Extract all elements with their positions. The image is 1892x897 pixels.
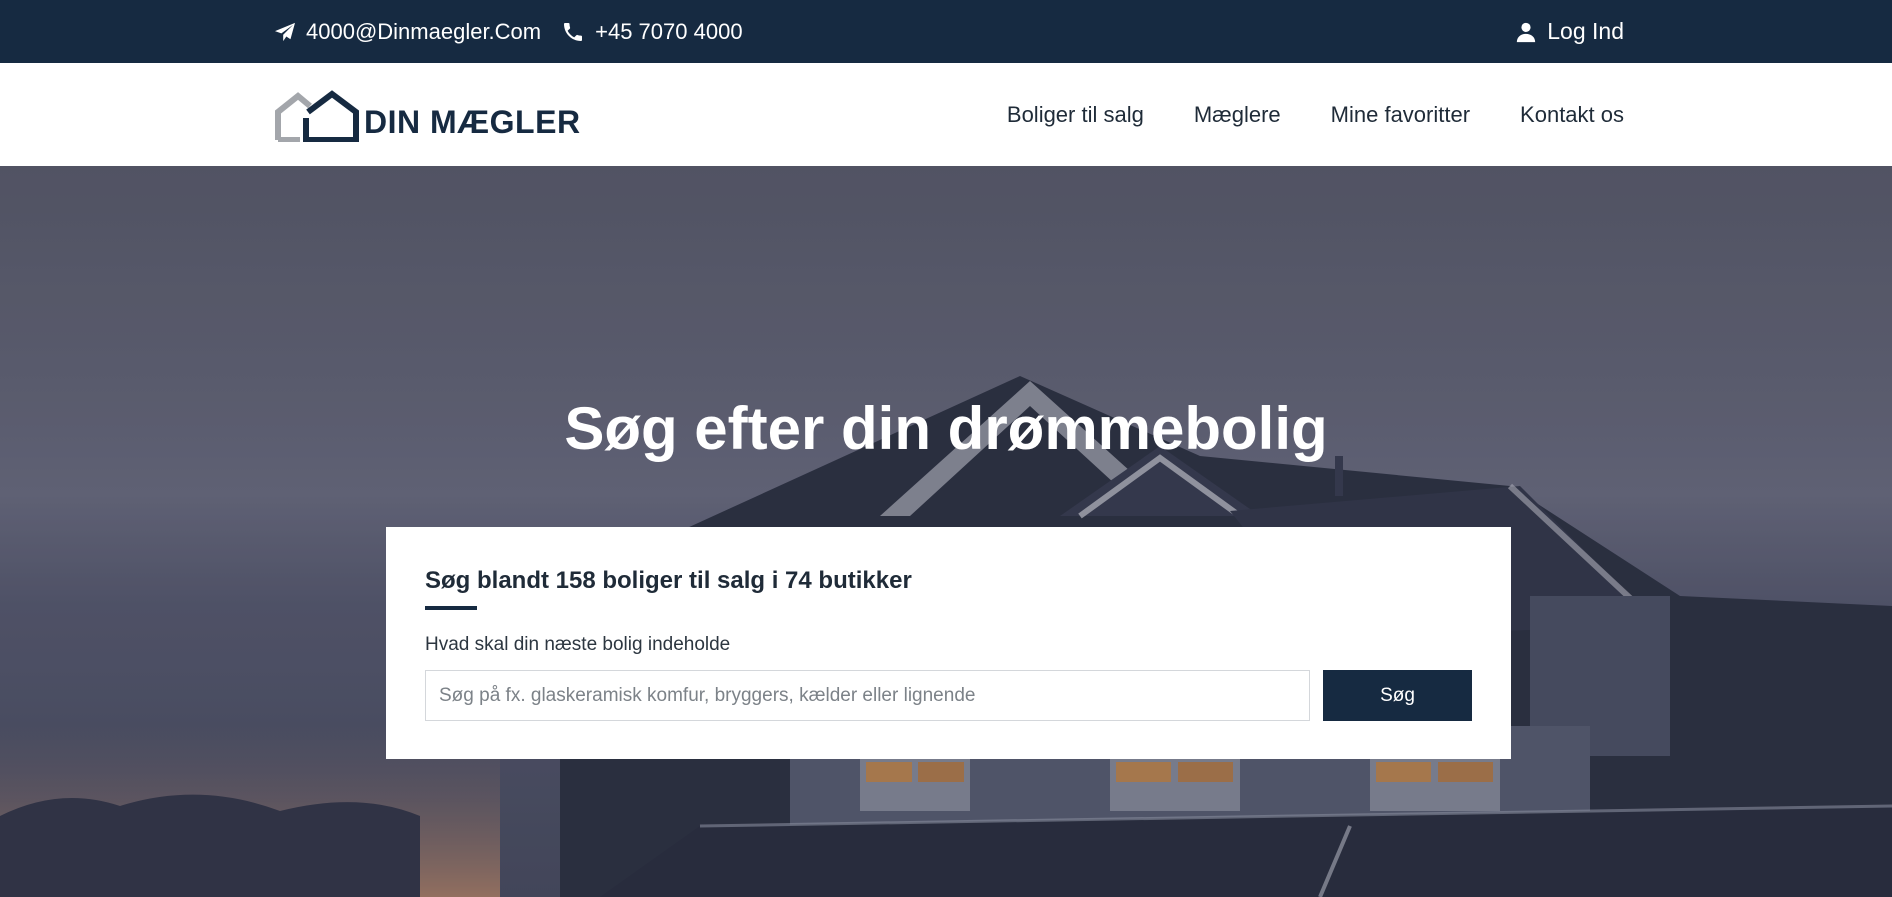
search-button[interactable]: Søg bbox=[1323, 670, 1472, 721]
email-text: 4000@Dinmaegler.Com bbox=[306, 18, 542, 44]
nav-kontakt-os[interactable]: Kontakt os bbox=[1520, 102, 1624, 128]
login-label: Log Ind bbox=[1547, 18, 1624, 44]
search-input[interactable] bbox=[425, 670, 1310, 721]
logo-text: DIN MÆGLER bbox=[364, 104, 581, 140]
phone-text: +45 7070 4000 bbox=[595, 18, 743, 44]
house-logo-icon bbox=[275, 89, 359, 142]
user-icon bbox=[1517, 22, 1536, 42]
heading-underline bbox=[425, 606, 477, 610]
nav-maeglere[interactable]: Mæglere bbox=[1194, 102, 1281, 128]
nav-mine-favoritter[interactable]: Mine favoritter bbox=[1331, 102, 1470, 128]
login-link[interactable]: Log Ind bbox=[1515, 18, 1624, 45]
top-bar: 4000@Dinmaegler.Com +45 7070 4000 Log In… bbox=[0, 0, 1892, 63]
search-label: Hvad skal din næste bolig indeholde bbox=[425, 634, 731, 655]
search-heading: Søg blandt 158 boliger til salg i 74 but… bbox=[425, 567, 912, 594]
logo[interactable]: DIN MÆGLER bbox=[274, 88, 581, 142]
search-card: Søg blandt 158 boliger til salg i 74 but… bbox=[386, 527, 1511, 759]
phone-link[interactable]: +45 7070 4000 bbox=[561, 18, 743, 45]
hero-title: Søg efter din drømmebolig bbox=[564, 395, 1328, 462]
email-link[interactable]: 4000@Dinmaegler.Com bbox=[274, 19, 541, 45]
main-header: DIN MÆGLER Boliger til salg Mæglere Mine… bbox=[0, 63, 1892, 166]
phone-icon bbox=[564, 22, 583, 41]
nav-boliger-til-salg[interactable]: Boliger til salg bbox=[1007, 102, 1144, 128]
paper-plane-icon bbox=[275, 22, 295, 41]
main-nav: Boliger til salg Mæglere Mine favoritter… bbox=[957, 102, 1624, 128]
